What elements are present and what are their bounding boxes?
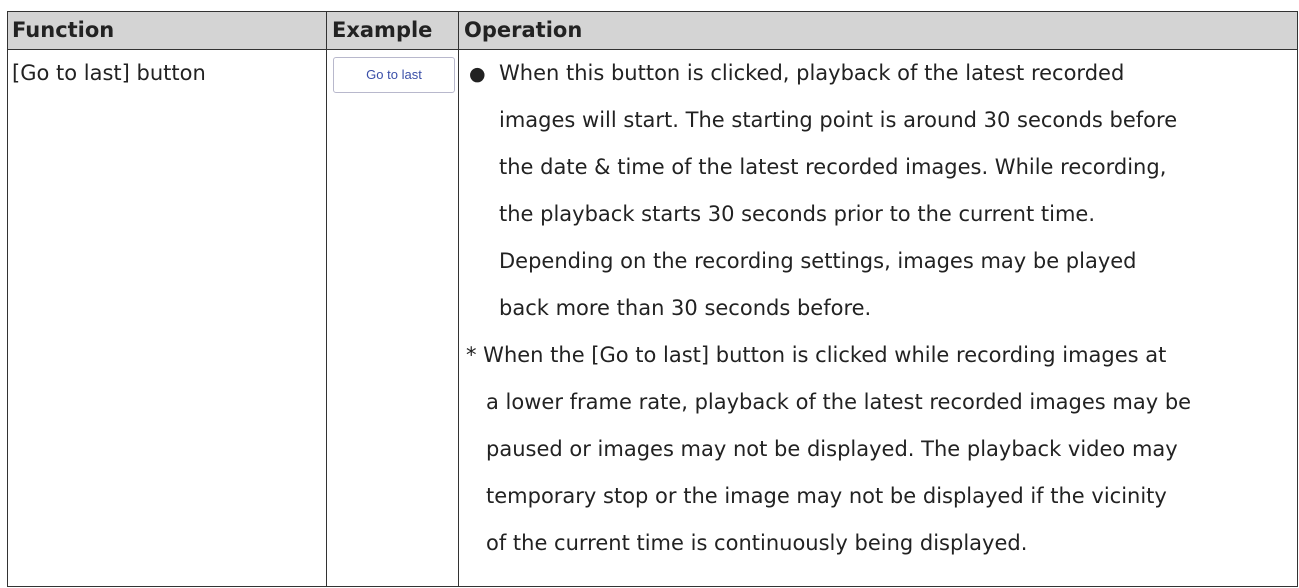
operation-line: Depending on the recording settings, ima… (499, 249, 1137, 273)
operation-text: When this button is clicked, playback of… (499, 61, 1125, 85)
header-example: Example (332, 18, 433, 42)
go-to-last-button[interactable]: Go to last (333, 57, 455, 93)
operation-line: ● When this button is clicked, playback o… (469, 50, 1297, 97)
column-divider (326, 12, 327, 586)
operation-line: the playback starts 30 seconds prior to … (499, 202, 1096, 226)
operation-description: ● When this button is clicked, playback o… (466, 50, 1297, 567)
table-header-row (8, 12, 1297, 50)
note-line: a lower frame rate, playback of the late… (486, 390, 1192, 414)
function-name: [Go to last] button (12, 61, 206, 85)
example-cell: Go to last (333, 57, 455, 93)
note-line: temporary stop or the image may not be d… (486, 484, 1167, 508)
header-operation: Operation (464, 18, 583, 42)
bullet-icon: ● (469, 63, 486, 85)
operation-line: images will start. The starting point is… (499, 108, 1178, 132)
header-function: Function (12, 18, 115, 42)
operation-line: back more than 30 seconds before. (499, 296, 872, 320)
column-divider (458, 12, 459, 586)
function-table: Function Example Operation [Go to last] … (7, 11, 1298, 587)
note-line: of the current time is continuously bein… (486, 531, 1028, 555)
note-line: * When the [Go to last] button is clicke… (466, 343, 1167, 367)
note-line: paused or images may not be displayed. T… (486, 437, 1178, 461)
operation-line: the date & time of the latest recorded i… (499, 155, 1167, 179)
